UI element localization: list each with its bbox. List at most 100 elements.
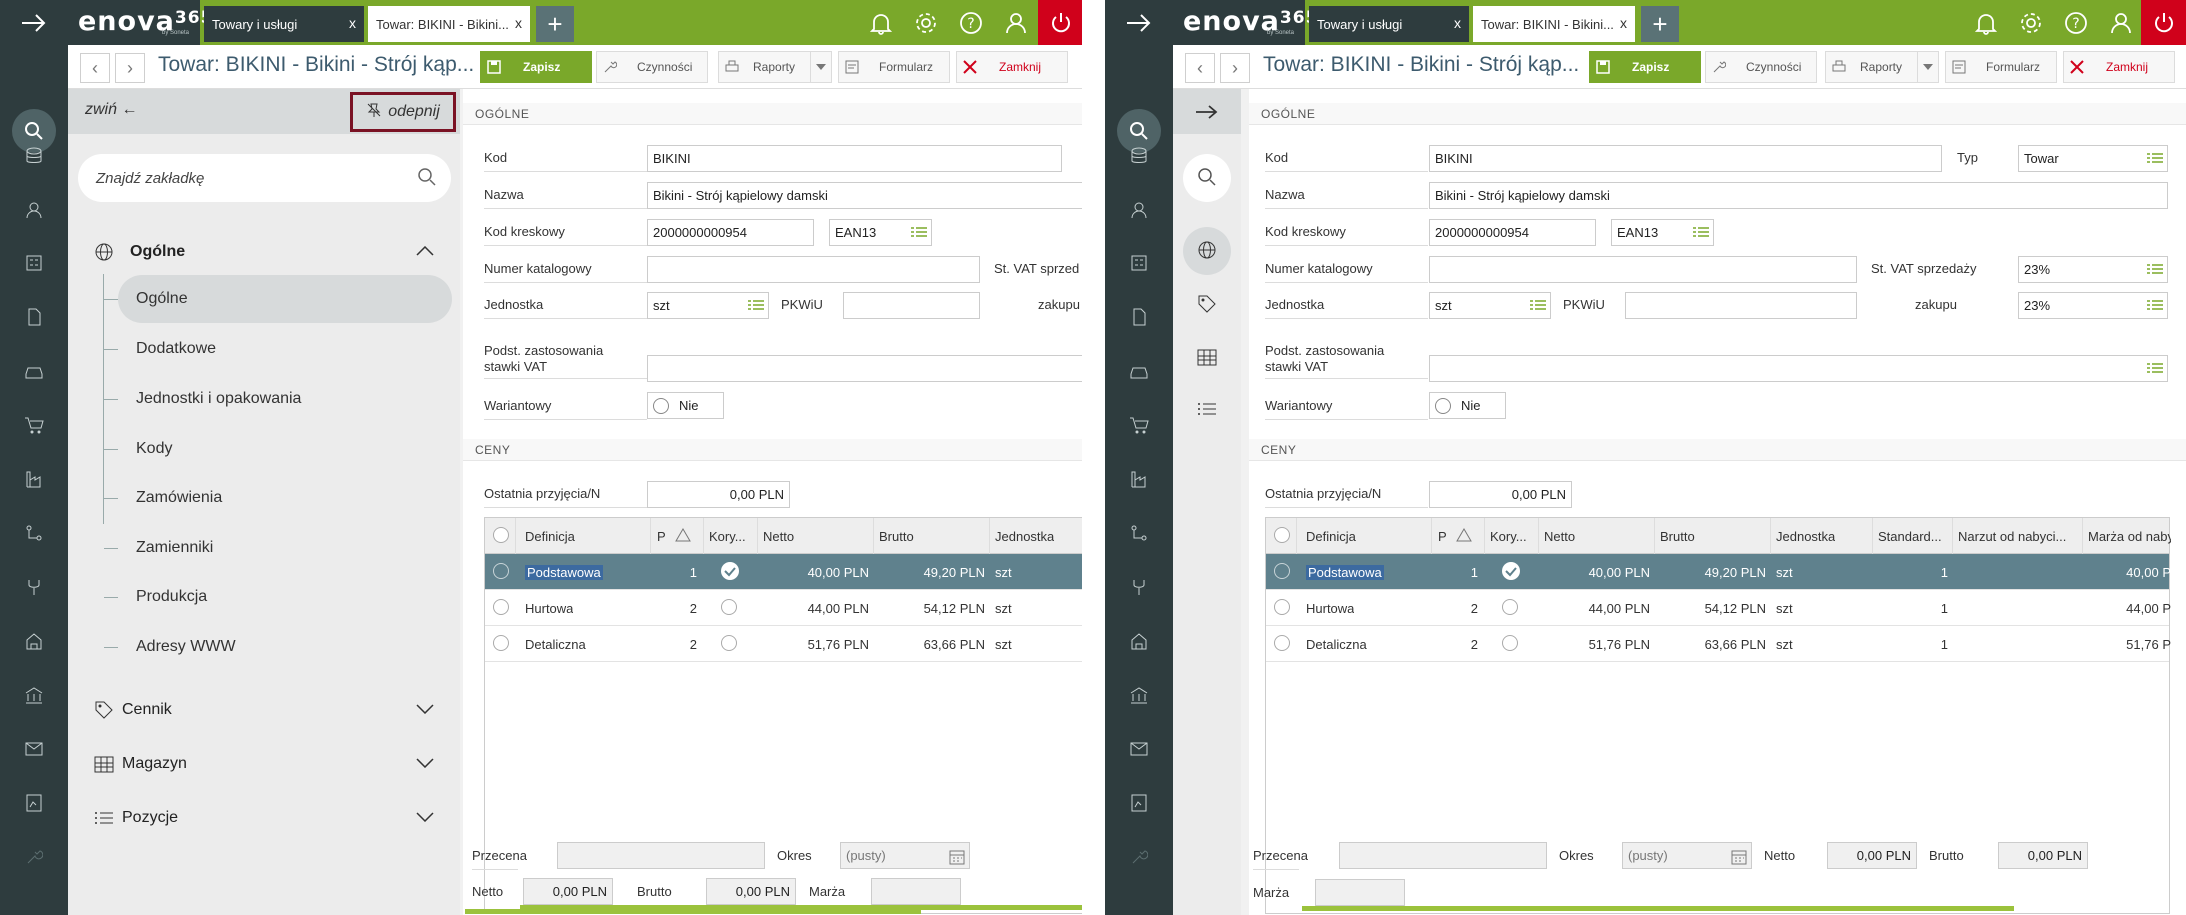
collapse-button[interactable]: zwiń ← [85, 101, 137, 119]
checkbox-empty[interactable] [1502, 599, 1518, 618]
list-select-icon[interactable] [911, 226, 927, 241]
document-icon[interactable] [0, 302, 68, 332]
fork-icon[interactable] [1105, 572, 1173, 602]
kod-field[interactable]: BIKINI [1429, 145, 1942, 172]
ostatnia-field[interactable]: 0,00 PLN [647, 481, 790, 508]
cart-icon[interactable] [0, 410, 68, 440]
row-radio[interactable] [493, 563, 509, 582]
help-icon[interactable]: ? [2053, 0, 2098, 45]
expand-arrow-icon[interactable] [1173, 89, 1241, 134]
table-row[interactable]: Hurtowa 2 44,00 PLN 54,12 PLN szt [485, 590, 1082, 626]
page-scrollbar[interactable] [465, 909, 921, 914]
document-icon[interactable] [1105, 302, 1173, 332]
report-icon[interactable] [1105, 788, 1173, 818]
close-button[interactable]: Zamknij [956, 51, 1068, 83]
bell-icon[interactable] [1963, 0, 2008, 45]
jednostka-select[interactable]: szt [1429, 292, 1551, 319]
gear-icon[interactable] [2008, 0, 2053, 45]
checkbox-empty[interactable] [721, 635, 737, 654]
wrench-icon[interactable] [1105, 842, 1173, 872]
przecena-field[interactable] [1339, 842, 1547, 869]
forward-button[interactable]: › [1220, 53, 1250, 83]
workflow-icon[interactable] [1105, 518, 1173, 548]
col-korygujaca[interactable]: Kory... [1490, 529, 1536, 544]
tab-towar-bikini[interactable]: Towar: BIKINI - Bikini... x [1473, 6, 1635, 42]
save-button[interactable]: Zapisz [480, 51, 592, 83]
contacts-icon[interactable] [1105, 195, 1173, 225]
ostatnia-field[interactable]: 0,00 PLN [1429, 481, 1572, 508]
table-row[interactable]: Hurtowa 2 44,00 PLN 54,12 PLN szt 1 44,0… [1266, 590, 2171, 626]
close-tab-icon[interactable]: x [1454, 15, 1461, 31]
search-icon[interactable] [417, 167, 437, 191]
podst-vat-field[interactable] [647, 355, 1082, 382]
database-icon[interactable] [0, 141, 68, 171]
tab-towary[interactable]: Towary i usługi x [204, 6, 364, 42]
select-all-radio[interactable] [1274, 527, 1290, 546]
menu-arrow-icon[interactable] [1105, 0, 1173, 45]
pkwiu-field[interactable] [1625, 292, 1857, 319]
database-icon[interactable] [1105, 141, 1173, 171]
list-select-icon[interactable] [1693, 226, 1709, 241]
col-definicja[interactable]: Definicja [1306, 529, 1356, 544]
netto-field[interactable]: 0,00 PLN [523, 878, 613, 905]
calculator-icon[interactable] [0, 248, 68, 278]
close-tab-icon[interactable]: x [1620, 15, 1627, 31]
bank-icon[interactable] [1105, 680, 1173, 710]
col-brutto[interactable]: Brutto [879, 529, 914, 544]
power-icon[interactable] [2141, 0, 2186, 45]
col-netto[interactable]: Netto [1544, 529, 1575, 544]
tab-towar-bikini[interactable]: Towar: BIKINI - Bikini... x [368, 6, 530, 42]
mail-icon[interactable] [1105, 734, 1173, 764]
tab-search-button[interactable] [1183, 154, 1231, 202]
bell-icon[interactable] [858, 0, 903, 45]
row-radio[interactable] [1274, 563, 1290, 582]
car-icon[interactable] [0, 356, 68, 386]
row-radio[interactable] [493, 599, 509, 618]
list-select-icon[interactable] [2147, 152, 2163, 167]
power-icon[interactable] [1038, 0, 1082, 45]
okres-field[interactable]: (pusty) [1622, 842, 1752, 869]
vat-sprzedazy-select[interactable]: 23% [2018, 256, 2168, 283]
table-row[interactable]: Podstawowa 1 40,00 PLN 49,20 PLN szt [485, 554, 1082, 590]
sidebar-item-adresy-www[interactable]: Adresy WWW [118, 623, 452, 671]
katalog-field[interactable] [647, 256, 980, 283]
table-row[interactable]: Detaliczna 2 51,76 PLN 63,66 PLN szt [485, 626, 1082, 662]
save-button[interactable]: Zapisz [1589, 51, 1701, 83]
back-button[interactable]: ‹ [1185, 53, 1215, 83]
bank-icon[interactable] [0, 680, 68, 710]
sidebar-item-zamowienia[interactable]: Zamówienia [118, 474, 452, 522]
sidebar-item-dodatkowe[interactable]: Dodatkowe [118, 325, 452, 373]
close-tab-icon[interactable]: x [349, 15, 356, 31]
reports-button[interactable]: Raporty [1825, 51, 1931, 83]
pkwiu-field[interactable] [843, 292, 980, 319]
add-tab-button[interactable]: + [536, 6, 574, 42]
list-select-icon[interactable] [1530, 299, 1546, 314]
menu-arrow-icon[interactable] [0, 0, 68, 45]
group-ogolne-button[interactable] [1183, 227, 1231, 275]
back-button[interactable]: ‹ [80, 53, 110, 83]
reports-dropdown[interactable] [810, 51, 832, 83]
tab-search-input[interactable]: Znajdź zakładkę [78, 154, 451, 202]
workflow-icon[interactable] [0, 518, 68, 548]
check-icon[interactable] [1502, 562, 1520, 583]
nazwa-field[interactable]: Bikini - Strój kąpielowy damski [647, 182, 1082, 209]
col-marza[interactable]: Marża od nabyc [2088, 529, 2171, 544]
sidebar-item-ogolne[interactable]: Ogólne [118, 275, 452, 323]
col-jednostka[interactable]: Jednostka [995, 529, 1054, 544]
kod-field[interactable]: BIKINI [647, 145, 1062, 172]
group-ogolne[interactable]: Ogólne [68, 235, 460, 269]
row-radio[interactable] [1274, 599, 1290, 618]
list-select-icon[interactable] [2147, 299, 2163, 314]
col-korygujaca[interactable]: Kory... [709, 529, 755, 544]
netto-field[interactable]: 0,00 PLN [1827, 842, 1917, 869]
report-icon[interactable] [0, 788, 68, 818]
sidebar-item-kody[interactable]: Kody [118, 425, 452, 473]
calendar-icon[interactable] [1731, 849, 1747, 868]
wrench-icon[interactable] [0, 842, 68, 872]
group-cennik[interactable]: Cennik [68, 693, 460, 727]
sort-asc-icon[interactable] [1456, 528, 1472, 545]
nazwa-field[interactable]: Bikini - Strój kąpielowy damski [1429, 182, 2168, 209]
tag-icon[interactable] [1197, 294, 1217, 317]
checkbox-empty[interactable] [1502, 635, 1518, 654]
row-radio[interactable] [1274, 635, 1290, 654]
